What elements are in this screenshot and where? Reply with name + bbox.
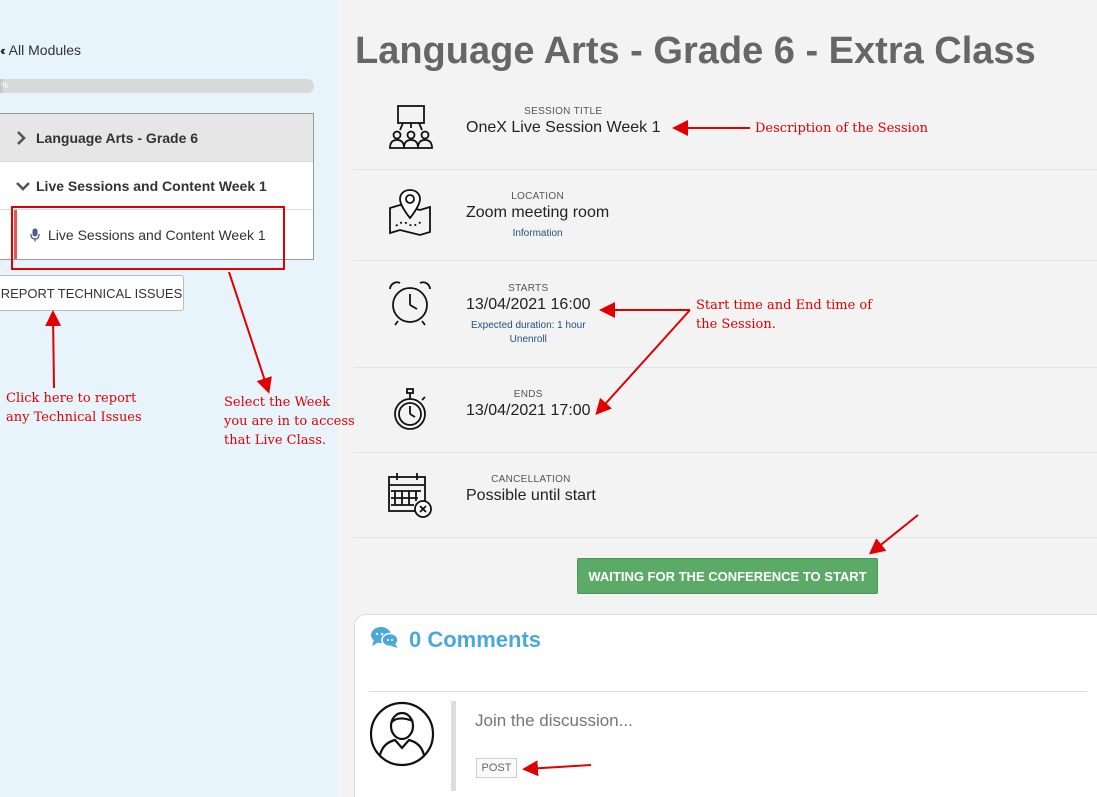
annotation-line: the Session. [696,317,776,332]
presentation-icon [386,104,434,152]
annotation-line: Start time and End time of [696,298,873,313]
unenroll-link[interactable]: Unenroll [466,333,591,347]
annotation-select-week: Select the Week you are in to access tha… [224,393,355,450]
annotation-description: Description of the Session [755,121,928,136]
location-value: Zoom meeting room [466,204,610,221]
session-title-block: SESSION TITLE OneX Live Session Week 1 [466,106,660,137]
session-title-row: SESSION TITLE OneX Live Session Week 1 [354,92,1097,170]
starts-value: 13/04/2021 16:00 [466,296,591,313]
cancellation-block: CANCELLATION Possible until start [466,474,596,505]
annotation-line: Click here to report [6,391,137,406]
annotation-line: you are in to access [224,414,355,429]
discussion-input[interactable] [475,711,875,731]
ends-value: 13/04/2021 17:00 [466,402,591,419]
comments-header: 0 Comments [371,625,541,655]
annotation-start-end: Start time and End time of the Session. [696,296,872,334]
alarm-clock-icon [386,279,434,327]
session-title-value: OneX Live Session Week 1 [466,119,661,136]
ends-label: ENDS [513,389,543,400]
map-pin-icon [386,188,434,236]
annotation-report: Click here to report any Technical Issue… [6,389,142,427]
chevron-right-icon [16,130,36,145]
annotation-line: that Live Class. [224,433,326,448]
starts-block: STARTS 13/04/2021 16:00 Expected duratio… [466,283,591,347]
module-item-language-arts[interactable]: Language Arts - Grade 6 [0,114,313,162]
module-label: Language Arts - Grade 6 [36,129,199,146]
waiting-for-conference-button[interactable]: WAITING FOR THE CONFERENCE TO START [577,558,878,594]
annotation-line: any Technical Issues [6,410,142,425]
location-label: LOCATION [511,191,564,202]
course-progress-bar: % [0,79,314,93]
annotation-highlight-box [11,206,285,270]
double-chevron-left-icon: ‹‹ [0,42,5,58]
page-title: Language Arts - Grade 6 - Extra Class [355,30,1036,72]
location-information-link[interactable]: Information [466,227,609,241]
location-block: LOCATION Zoom meeting room Information [466,191,609,241]
ends-row: ENDS 13/04/2021 17:00 [354,368,1097,453]
report-technical-issues-button[interactable]: REPORT TECHNICAL ISSUES [0,275,184,311]
progress-percent: % [1,81,9,90]
stopwatch-icon [386,386,434,434]
module-item-live-sessions[interactable]: Live Sessions and Content Week 1 [0,162,313,210]
location-row: LOCATION Zoom meeting room Information [354,170,1097,261]
comments-panel: 0 Comments POST [354,614,1097,797]
cancellation-label: CANCELLATION [491,474,571,485]
module-label: Live Sessions and Content Week 1 [36,177,267,194]
user-avatar [369,701,435,767]
calendar-cancel-icon [386,471,434,519]
comments-count: 0 Comments [409,627,542,652]
cancellation-value: Possible until start [466,487,596,504]
expected-duration: Expected duration: 1 hour [471,320,586,331]
cancellation-row: CANCELLATION Possible until start [354,453,1097,538]
starts-label: STARTS [508,283,549,294]
annotation-line: Select the Week [224,395,331,410]
post-button[interactable]: POST [476,758,517,778]
chevron-down-icon [16,181,36,191]
session-title-label: SESSION TITLE [524,106,603,117]
ends-block: ENDS 13/04/2021 17:00 [466,389,591,420]
all-modules-label: All Modules [8,42,82,58]
chat-bubbles-icon [371,625,399,655]
discussion-bar [451,701,456,791]
all-modules-link[interactable]: ‹‹ All Modules [0,42,81,58]
comments-divider [369,691,1087,692]
